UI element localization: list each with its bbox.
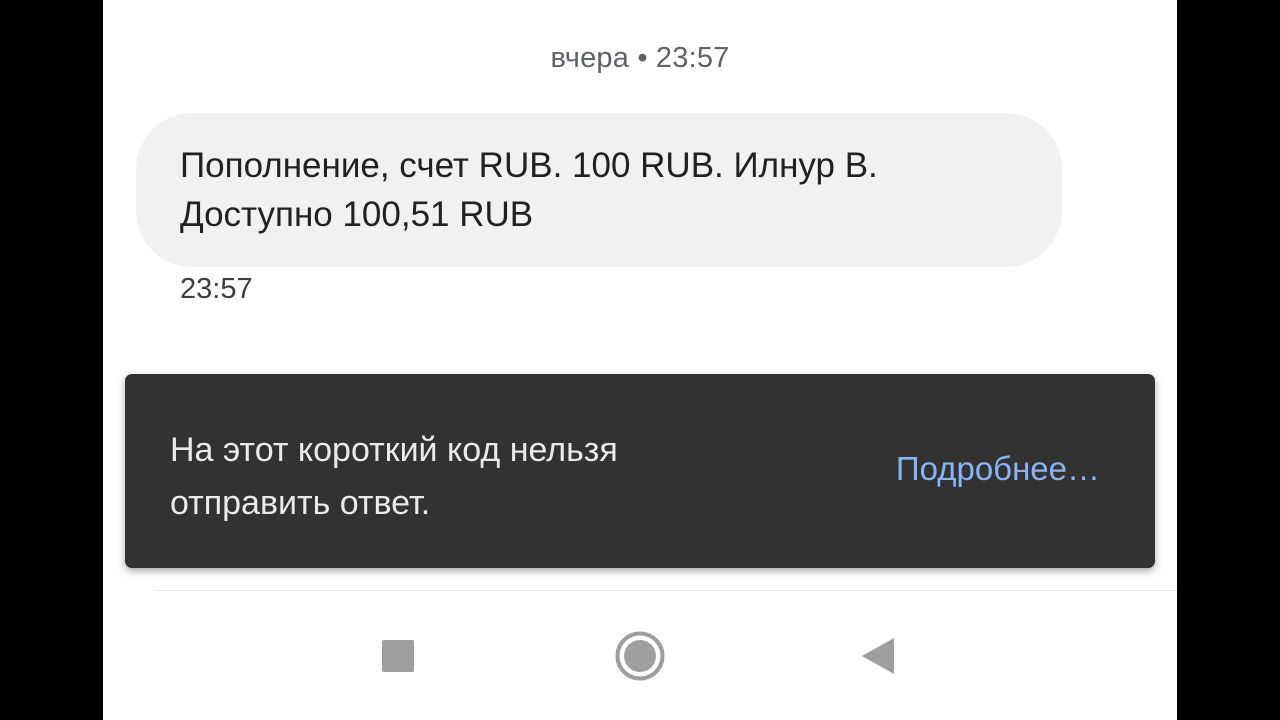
back-button[interactable] — [838, 591, 918, 720]
learn-more-button[interactable]: Подробнее… — [896, 450, 1100, 488]
recents-button[interactable] — [358, 591, 438, 720]
circle-home-icon — [615, 631, 665, 680]
triangle-back-icon — [862, 637, 894, 674]
snackbar: На этот короткий код нельзя отправить от… — [125, 374, 1155, 568]
message-bubble[interactable]: Пополнение, счет RUB. 100 RUB. Илнур В. … — [136, 113, 1062, 267]
messages-screen: вчера • 23:57 Пополнение, счет RUB. 100 … — [103, 0, 1177, 720]
left-letterbox — [0, 0, 103, 720]
square-recents-icon — [382, 639, 414, 672]
date-header: вчера • 23:57 — [550, 42, 730, 74]
navigation-bar — [103, 591, 1177, 720]
snackbar-message: На этот короткий код нельзя отправить от… — [170, 431, 618, 522]
message-timestamp: 23:57 — [180, 273, 253, 305]
home-button[interactable] — [600, 591, 680, 720]
right-letterbox — [1177, 0, 1280, 720]
